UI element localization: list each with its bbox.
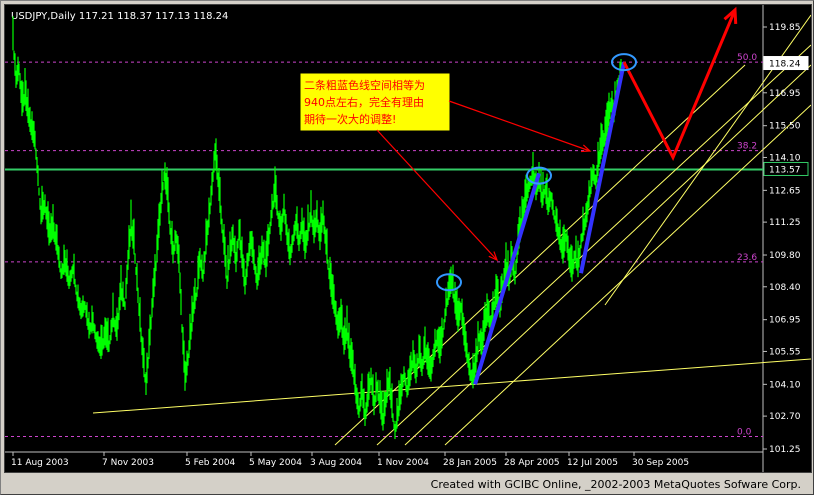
price-chart: USDJPY,Daily 117.21 118.37 117.13 118.24… [5, 5, 811, 472]
y-tick-label: 109.80 [769, 251, 801, 261]
x-tick-label: 12 Jul 2005 [567, 458, 618, 468]
y-tick-label: 116.95 [769, 89, 801, 99]
fib-label: 38.2 [737, 142, 757, 152]
x-tick-label: 28 Jan 2005 [443, 458, 497, 468]
chart-header: USDJPY,Daily 117.21 118.37 117.13 118.24 [11, 11, 228, 22]
annotation-line-3: 期待一次大的调整! [304, 112, 396, 126]
y-tick-label: 102.70 [769, 412, 801, 422]
y-tick-label: 101.25 [769, 445, 801, 455]
footer-credit: Created with GCIBC Online, _2002-2003 Me… [430, 478, 801, 491]
x-tick-label: 30 Sep 2005 [632, 458, 689, 468]
annotation: 二条粗蓝色线空间相等为 940点左右，完全有理由 期待一次大的调整! [300, 73, 450, 131]
annotation-line-2: 940点左右，完全有理由 [304, 95, 424, 109]
y-tick-label: 115.50 [769, 122, 801, 132]
y-tick-label: 105.55 [769, 347, 801, 357]
price-label-text: 118.24 [769, 60, 801, 70]
fib-label: 0.0 [737, 428, 752, 438]
y-tick-label: 112.65 [769, 186, 801, 196]
x-tick-label: 1 Nov 2004 [377, 458, 429, 468]
x-tick-label: 3 Aug 2004 [310, 458, 362, 468]
y-tick-label: 119.85 [769, 23, 801, 33]
y-tick-label: 111.25 [769, 218, 801, 228]
y-tick-label: 108.40 [769, 283, 801, 293]
fib-label: 50.0 [737, 53, 757, 63]
y-tick-label: 104.10 [769, 380, 801, 390]
x-tick-label: 5 Feb 2004 [185, 458, 236, 468]
y-tick-label: 106.95 [769, 316, 801, 326]
x-tick-label: 7 Nov 2003 [102, 458, 154, 468]
x-tick-label: 5 May 2004 [249, 458, 302, 468]
annotation-line-1: 二条粗蓝色线空间相等为 [304, 78, 425, 92]
chart-canvas: USDJPY,Daily 117.21 118.37 117.13 118.24… [4, 4, 812, 473]
y-tick-label: 114.10 [769, 153, 801, 163]
x-tick-label: 11 Aug 2003 [11, 458, 69, 468]
x-tick-label: 28 Apr 2005 [504, 458, 560, 468]
price-label-text: 113.57 [769, 165, 801, 175]
chart-window: USDJPY,Daily 117.21 118.37 117.13 118.24… [0, 0, 814, 495]
fib-label: 23.6 [737, 253, 757, 263]
